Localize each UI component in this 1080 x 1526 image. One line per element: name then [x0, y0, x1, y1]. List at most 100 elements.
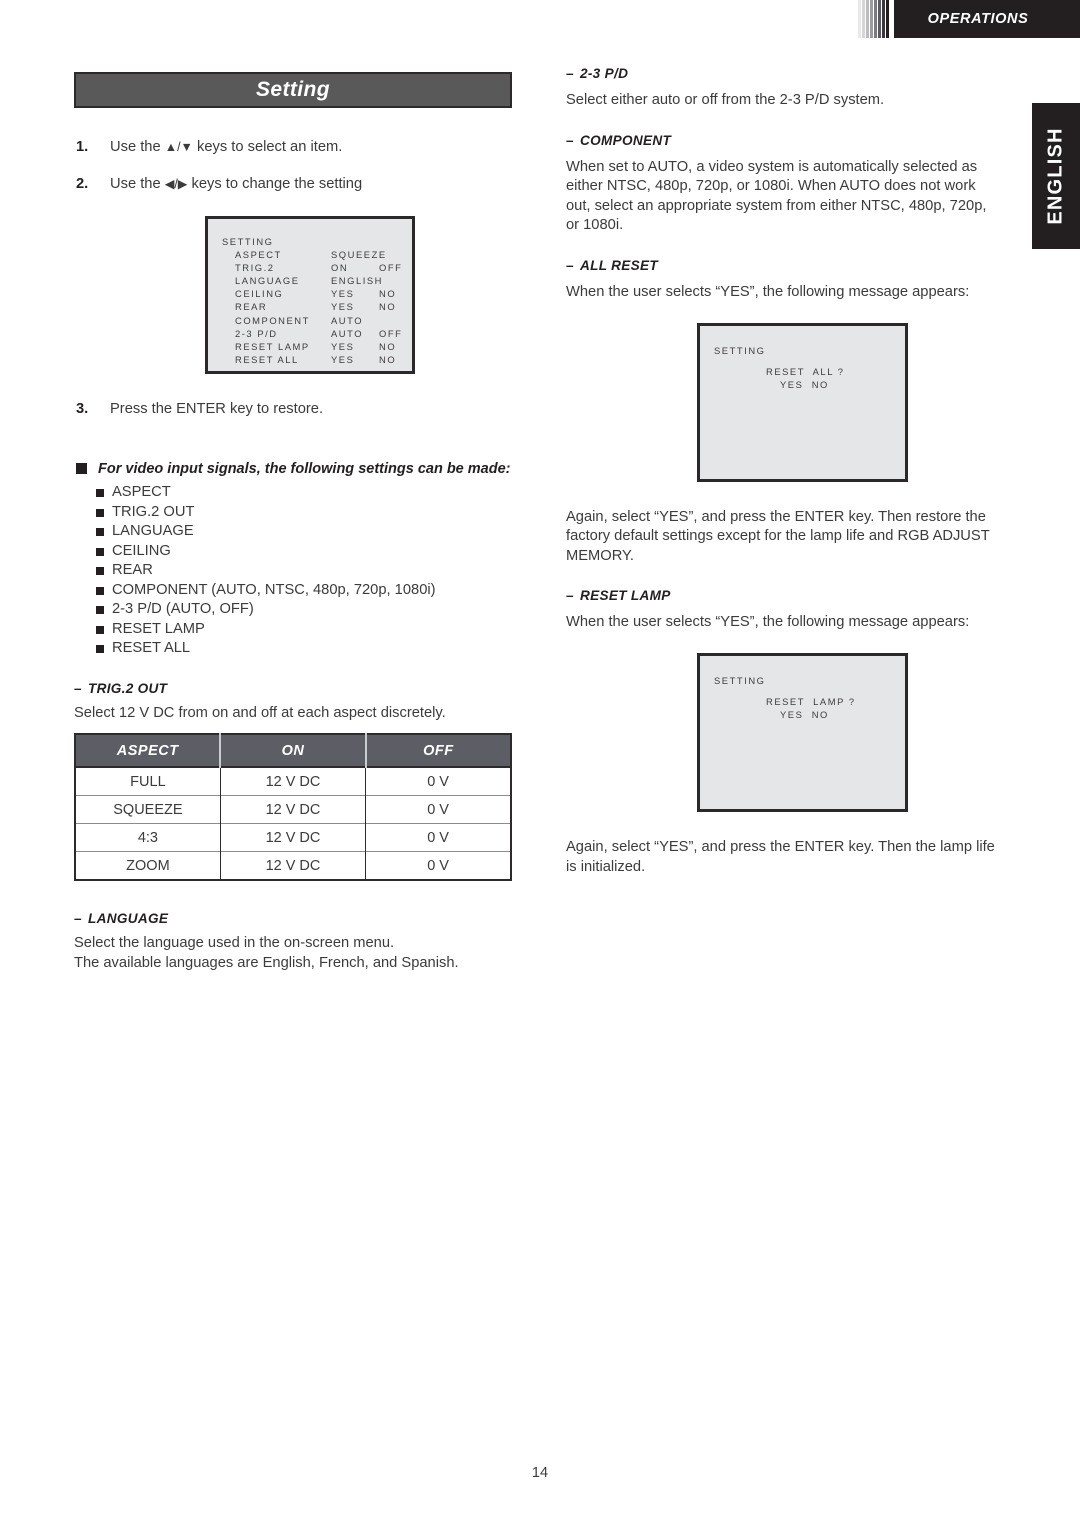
trig2-heading: TRIG.2 OUT	[74, 681, 514, 696]
leftright-keys-icon: ◀/▶	[164, 177, 188, 191]
table-cell: 0 V	[365, 851, 511, 881]
table-cell: SQUEEZE	[75, 795, 221, 824]
section-header-label: OPERATIONS	[927, 11, 1029, 27]
header-stripe	[878, 0, 881, 38]
header-stripe	[874, 0, 877, 38]
language-body-line-2: The available languages are English, Fre…	[74, 954, 459, 971]
step-1-number: 1.	[76, 139, 89, 155]
osd-menu-row: REAR YES NO	[222, 300, 412, 313]
table-cell: 12 V DC	[220, 851, 367, 881]
table-cell: 0 V	[365, 766, 511, 796]
table-row: FULL 12 V DC 0 V	[75, 766, 511, 796]
pd23-body: Select either auto or off from the 2-3 P…	[566, 92, 885, 108]
table-cell: 4:3	[75, 823, 221, 852]
osd-menu-title: SETTING	[222, 236, 274, 247]
step-1-text-pre: Use the	[110, 139, 165, 155]
language-body-line-1: Select the language used in the on-scree…	[74, 935, 395, 952]
all-reset-dialog-title: SETTING	[714, 344, 766, 356]
table-cell: 12 V DC	[220, 795, 367, 824]
osd-row-label: RESET ALL	[235, 353, 299, 365]
language-tab-label: ENGLISH	[1044, 127, 1067, 225]
step-1: 1. Use the ▲/▼ keys to select an item.	[74, 138, 514, 157]
osd-row-value-1: AUTO	[331, 314, 364, 326]
osd-row-value-1: YES	[331, 301, 355, 313]
osd-menu-row: ASPECT SQUEEZE	[222, 248, 412, 261]
osd-row-label: 2-3 P/D	[235, 327, 278, 339]
osd-menu-row: RESET ALL YES NO	[222, 353, 412, 366]
language-heading: LANGUAGE	[74, 911, 514, 926]
component-heading: COMPONENT	[566, 133, 996, 148]
page-title-bar: Setting	[74, 72, 512, 108]
list-item: LANGUAGE	[74, 522, 514, 542]
osd-row-label: TRIG.2	[235, 262, 275, 274]
osd-menu-rows: ASPECT SQUEEZE TRIG.2 ON OFF LANGUAGE ENGLISH C…	[222, 248, 412, 366]
reset-lamp-after-text: Again, select “YES”, and press the ENTER…	[566, 838, 995, 875]
section-header-bar: OPERATIONS	[894, 0, 1080, 38]
osd-reset-lamp-dialog: SETTING RESET LAMP ? YES NO	[697, 652, 908, 812]
step-2-text-post: keys to change the setting	[187, 176, 363, 192]
osd-row-label: COMPONENT	[235, 314, 310, 326]
osd-row-value-1: YES	[331, 288, 355, 300]
all-reset-body: When the user selects “YES”, the followi…	[566, 283, 970, 300]
list-item: ASPECT	[74, 483, 514, 503]
table-row: SQUEEZE 12 V DC 0 V	[75, 795, 511, 824]
all-reset-after-text: Again, select “YES”, and press the ENTER…	[566, 508, 990, 564]
updown-keys-icon: ▲/▼	[164, 140, 193, 154]
osd-row-value-2: NO	[379, 340, 397, 352]
table-cell: ZOOM	[75, 851, 221, 881]
right-column: 2-3 P/D Select either auto or off from t…	[566, 66, 996, 877]
step-1-text-post: keys to select an item.	[192, 139, 343, 155]
osd-row-label: LANGUAGE	[235, 275, 300, 287]
header-stripe	[886, 0, 889, 38]
language-tab: ENGLISH	[1032, 103, 1080, 249]
list-item: 2-3 P/D (AUTO, OFF)	[74, 600, 514, 620]
table-header-row: ASPECT ON OFF	[75, 734, 511, 768]
step-3-number: 3.	[76, 401, 89, 417]
header-stripe	[862, 0, 865, 38]
header-stripe	[866, 0, 869, 38]
step-3: 3. Press the ENTER key to restore.	[74, 400, 514, 419]
osd-menu-row: CEILING YES NO	[222, 287, 412, 300]
page-number: 14	[531, 1465, 549, 1481]
osd-row-value-1: YES	[331, 340, 355, 352]
osd-row-value-2: OFF	[379, 327, 403, 339]
osd-row-label: ASPECT	[235, 249, 282, 261]
reset-lamp-dialog-prompt: RESET LAMP ?	[766, 696, 856, 708]
reset-lamp-body: When the user selects “YES”, the followi…	[566, 614, 970, 631]
step-3-text: Press the ENTER key to restore.	[110, 401, 324, 417]
list-item: RESET LAMP	[74, 620, 514, 640]
table-cell: FULL	[75, 766, 221, 796]
table-cell: 0 V	[365, 795, 511, 824]
osd-row-value-2: NO	[379, 353, 397, 365]
osd-row-value-1: ENGLISH	[331, 275, 384, 287]
list-item: COMPONENT (AUTO, NTSC, 480p, 720p, 1080i…	[74, 581, 514, 601]
osd-menu-row: 2-3 P/D AUTO OFF	[222, 327, 412, 340]
all-reset-dialog-prompt: RESET ALL ?	[766, 365, 845, 377]
left-column: Setting 1. Use the ▲/▼ keys to select an…	[74, 72, 514, 973]
table-cell: 12 V DC	[220, 766, 367, 796]
osd-row-value-2: NO	[379, 301, 397, 313]
osd-row-label: RESET LAMP	[235, 340, 310, 352]
list-item: TRIG.2 OUT	[74, 503, 514, 523]
reset-lamp-heading: RESET LAMP	[566, 588, 996, 603]
step-2-number: 2.	[76, 176, 89, 192]
osd-menu-row: RESET LAMP YES NO	[222, 340, 412, 353]
all-reset-heading: ALL RESET	[566, 258, 996, 273]
osd-row-value-1: ON	[331, 262, 349, 274]
table-cell: 0 V	[365, 823, 511, 852]
header-stripe	[882, 0, 885, 38]
column-header-aspect: ASPECT	[75, 734, 222, 768]
osd-menu-row: COMPONENT AUTO	[222, 314, 412, 327]
osd-setting-menu: SETTING ASPECT SQUEEZE TRIG.2 ON OFF LANGUAGE…	[205, 216, 415, 374]
step-2-text-pre: Use the	[110, 176, 165, 192]
step-2: 2. Use the ◀/▶ keys to change the settin…	[74, 175, 514, 194]
component-body: When set to AUTO, a video system is auto…	[566, 158, 987, 234]
table-row: ZOOM 12 V DC 0 V	[75, 851, 511, 881]
osd-all-reset-dialog: SETTING RESET ALL ? YES NO	[697, 322, 908, 482]
list-item: CEILING	[74, 542, 514, 562]
osd-row-value-2: OFF	[379, 262, 403, 274]
list-item: RESET ALL	[74, 639, 514, 659]
list-item: REAR	[74, 561, 514, 581]
osd-row-value-1: SQUEEZE	[331, 249, 387, 261]
trig2-body: Select 12 V DC from on and off at each a…	[74, 704, 446, 721]
